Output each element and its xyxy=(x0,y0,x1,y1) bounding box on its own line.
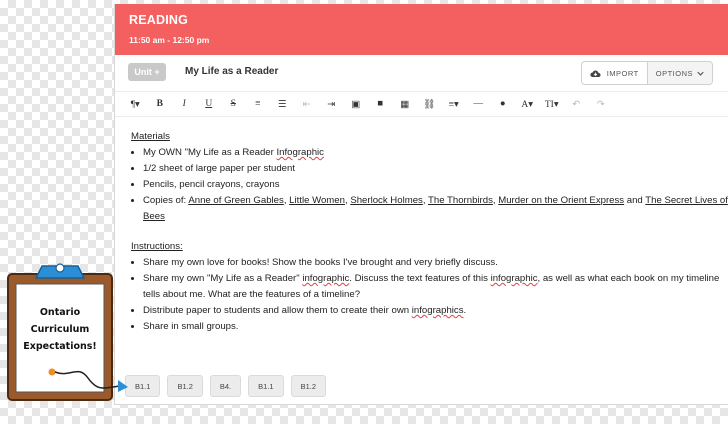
curriculum-tag[interactable]: B4. xyxy=(209,375,242,397)
lesson-title[interactable]: My Life as a Reader xyxy=(185,66,278,77)
import-options-group: IMPORT OPTIONS xyxy=(580,61,713,85)
lesson-card: READING 11:50 am - 12:50 pm Unit + My Li… xyxy=(114,4,728,405)
note-text: Ontario Curriculum Expectations! xyxy=(23,307,97,352)
list-item: Distribute paper to students and allow t… xyxy=(143,303,728,319)
title-row: Unit + My Life as a Reader IMPORT OPTION… xyxy=(115,55,728,92)
book-link[interactable]: The Thornbirds xyxy=(428,195,493,206)
link-button[interactable]: ⛓ xyxy=(417,99,442,110)
list-item: Pencils, pencil crayons, crayons xyxy=(143,177,728,193)
underline-button[interactable]: U xyxy=(197,99,222,109)
color-button[interactable]: ● xyxy=(491,99,516,109)
horizontal-rule-button[interactable]: — xyxy=(466,99,491,109)
redo-button[interactable]: ↷ xyxy=(589,99,614,110)
list-item: 1/2 sheet of large paper per student xyxy=(143,161,728,177)
curriculum-tag[interactable]: B1.1 xyxy=(248,375,284,397)
unit-button[interactable]: Unit + xyxy=(128,63,166,81)
list-item: My OWN "My Life as a Reader Infographic xyxy=(143,145,728,161)
list-item: Share my own "My Life as a Reader" infog… xyxy=(143,271,728,303)
table-button[interactable]: ▦ xyxy=(393,99,418,110)
cloud-download-icon xyxy=(590,70,601,77)
font-size-button[interactable]: TI▾ xyxy=(540,99,565,110)
bullet-list-button[interactable]: ☰ xyxy=(270,99,295,110)
ordered-list-button[interactable]: ≡ xyxy=(246,99,271,109)
curriculum-tags: B1.1 B1.2 B4. B1.1 B1.2 xyxy=(125,375,327,397)
instructions-heading: Instructions: xyxy=(131,241,183,252)
import-label: IMPORT xyxy=(606,68,639,78)
import-button[interactable]: IMPORT xyxy=(582,62,648,84)
book-link[interactable]: Sherlock Holmes xyxy=(350,195,423,206)
curriculum-tag[interactable]: B1.2 xyxy=(290,375,327,397)
curriculum-tag[interactable]: B1.2 xyxy=(167,375,203,397)
chevron-down-icon xyxy=(697,71,704,76)
lesson-editor[interactable]: Materials My OWN "My Life as a Reader In… xyxy=(115,117,728,335)
italic-button[interactable]: I xyxy=(172,99,197,109)
editor-toolbar: ¶▾ B I U S ≡ ☰ ⇤ ⇥ ▣ ■ ▦ ⛓ ≡▾ — ● A▾ TI▾… xyxy=(115,92,728,117)
indent-button[interactable]: ⇥ xyxy=(319,99,344,110)
bold-button[interactable]: B xyxy=(148,99,173,109)
materials-list: My OWN "My Life as a Reader Infographic … xyxy=(131,145,728,225)
image-button[interactable]: ▣ xyxy=(344,99,369,110)
font-family-button[interactable]: A▾ xyxy=(515,99,540,110)
list-item: Copies of: Anne of Green Gables, Little … xyxy=(143,193,728,225)
book-link[interactable]: Murder on the Orient Express xyxy=(498,195,624,206)
align-button[interactable]: ≡▾ xyxy=(442,99,467,110)
materials-heading: Materials xyxy=(131,131,170,142)
list-item: Share my own love for books! Show the bo… xyxy=(143,255,728,271)
video-button[interactable]: ■ xyxy=(368,99,393,109)
instructions-list: Share my own love for books! Show the bo… xyxy=(131,255,728,335)
strikethrough-button[interactable]: S xyxy=(221,99,246,109)
time-range: 11:50 am - 12:50 pm xyxy=(129,35,210,45)
book-link[interactable]: Anne of Green Gables xyxy=(188,195,283,206)
subject-title: READING xyxy=(129,13,189,27)
clipboard-annotation: Ontario Curriculum Expectations! xyxy=(0,260,140,410)
options-button[interactable]: OPTIONS xyxy=(647,62,712,84)
list-item: Share in small groups. xyxy=(143,319,728,335)
paragraph-format-button[interactable]: ¶▾ xyxy=(123,99,148,110)
lesson-header: READING 11:50 am - 12:50 pm xyxy=(115,4,728,55)
options-label: OPTIONS xyxy=(655,68,693,78)
outdent-button[interactable]: ⇤ xyxy=(295,99,320,110)
book-link[interactable]: Little Women xyxy=(289,195,345,206)
undo-button[interactable]: ↶ xyxy=(564,99,589,110)
